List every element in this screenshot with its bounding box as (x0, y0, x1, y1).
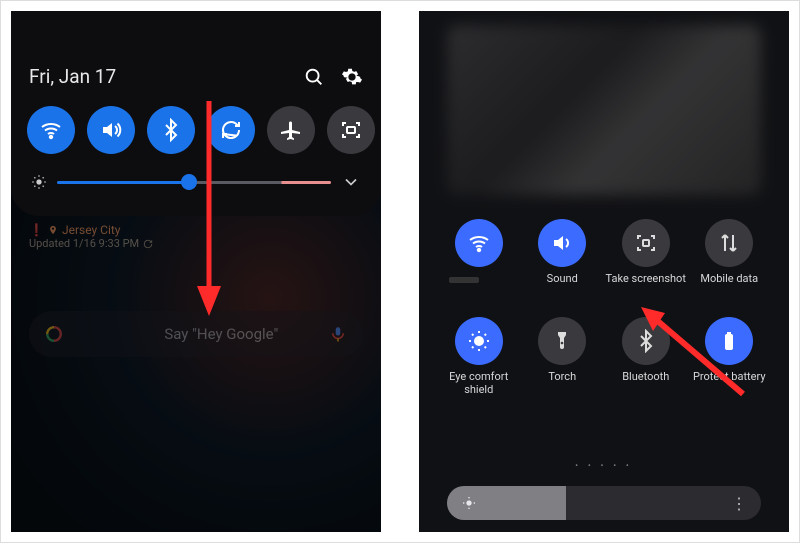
sync-icon (219, 118, 243, 142)
sun-icon (461, 495, 477, 511)
phone-screenshot-right: Sound Take screenshot Mobile data Eye co… (419, 11, 789, 532)
brightness-thumb[interactable] (181, 174, 197, 190)
phone-screenshot-left: ❗ Jersey City Updated 1/16 9:33 PM Say "… (11, 11, 381, 532)
weather-widget: ❗ Jersey City Updated 1/16 9:33 PM (29, 223, 363, 250)
qs-label: Torch (548, 371, 576, 397)
refresh-icon (143, 239, 153, 249)
screenshot-icon (339, 118, 363, 142)
search-placeholder: Say "Hey Google" (164, 325, 278, 343)
qs-label: Bluetooth (622, 371, 669, 397)
brightness-low-icon (31, 174, 47, 190)
qs-tile-take-screenshot[interactable]: Take screenshot (604, 219, 688, 299)
qs-tile-row (25, 106, 367, 172)
qs-tile-mobile-data[interactable]: Mobile data (688, 219, 772, 299)
page-indicator: • • • • • (419, 461, 789, 470)
bluetooth-icon (634, 329, 658, 353)
qs-tile-sound[interactable]: Sound (521, 219, 605, 299)
battery-icon (717, 329, 741, 353)
settings-gear-icon[interactable] (341, 66, 363, 88)
torch-icon (550, 329, 574, 353)
qs-label: Take screenshot (606, 273, 686, 299)
more-options-icon[interactable]: ⋮ (731, 494, 747, 513)
qs-tile-protect-battery[interactable]: Protect battery (688, 317, 772, 397)
qs-date: Fri, Jan 17 (29, 65, 116, 88)
qs-label: Mobile data (700, 273, 758, 299)
wifi-icon (39, 118, 63, 142)
location-pin-icon (48, 225, 58, 235)
airplane-icon (279, 118, 303, 142)
qs-tile-bluetooth[interactable] (147, 106, 195, 154)
chevron-down-icon[interactable] (341, 172, 361, 192)
qs-tile-wifi[interactable] (437, 219, 521, 299)
warning-icon: ❗ (29, 223, 44, 237)
search-icon[interactable] (303, 66, 325, 88)
qs-tile-screenshot[interactable] (327, 106, 375, 154)
google-logo-icon (45, 325, 63, 343)
qs-label: Protect battery (693, 371, 766, 397)
google-search-bar[interactable]: Say "Hey Google" (29, 311, 363, 357)
qs-grid: Sound Take screenshot Mobile data Eye co… (437, 219, 771, 397)
media-preview-blurred (447, 25, 761, 195)
qs-tile-bluetooth[interactable]: Bluetooth (604, 317, 688, 397)
quick-settings-shade: Fri, Jan 17 (11, 11, 381, 216)
qs-tile-torch[interactable]: Torch (521, 317, 605, 397)
weather-updated: Updated 1/16 9:33 PM (29, 237, 139, 250)
qs-label: Sound (547, 273, 578, 299)
eye-comfort-icon (467, 329, 491, 353)
qs-tile-eye-comfort[interactable]: Eye comfort shield (437, 317, 521, 397)
qs-tile-sync[interactable] (207, 106, 255, 154)
screenshot-icon (634, 231, 658, 255)
weather-location: Jersey City (62, 223, 121, 237)
brightness-fill[interactable] (447, 486, 566, 520)
bluetooth-icon (159, 118, 183, 142)
qs-tile-airplane[interactable] (267, 106, 315, 154)
mic-icon[interactable] (329, 325, 347, 343)
wifi-ssid-redacted (449, 277, 479, 283)
speaker-icon (99, 118, 123, 142)
qs-tile-wifi[interactable] (27, 106, 75, 154)
brightness-slider[interactable] (57, 181, 331, 184)
wifi-icon (467, 231, 491, 255)
brightness-slider-row (25, 172, 367, 192)
speaker-icon (550, 231, 574, 255)
qs-label: Eye comfort shield (437, 371, 521, 397)
brightness-bar[interactable]: ⋮ (447, 486, 761, 520)
qs-tile-sound[interactable] (87, 106, 135, 154)
mobile-data-icon (717, 231, 741, 255)
